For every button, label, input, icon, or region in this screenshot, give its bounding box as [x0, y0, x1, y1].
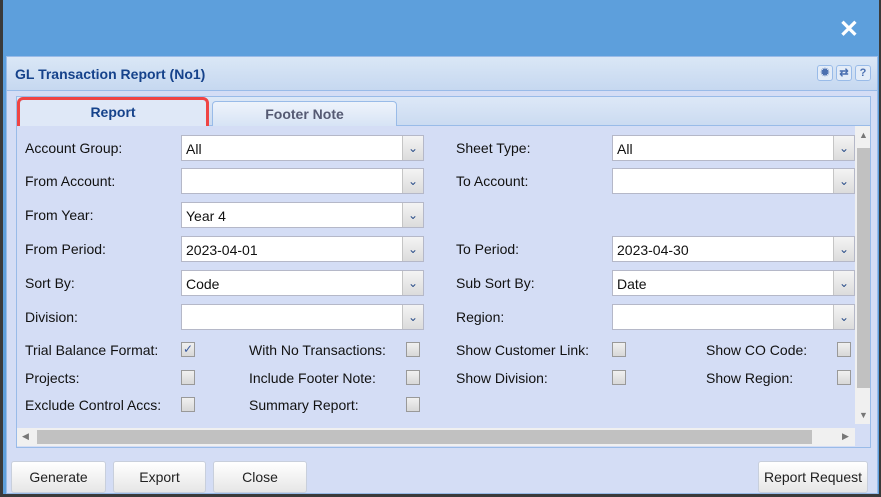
sort-by-value: Code: [186, 276, 220, 292]
chevron-down-icon[interactable]: ⌄: [833, 271, 854, 295]
to-account-combo[interactable]: ⌄: [612, 168, 855, 194]
vertical-scrollbar[interactable]: ▲ ▼: [855, 126, 870, 424]
account-group-combo[interactable]: All ⌄: [181, 135, 424, 161]
show-region-checkbox[interactable]: [837, 370, 851, 385]
sheet-type-value: All: [617, 141, 633, 157]
from-year-label: From Year:: [25, 207, 94, 223]
from-period-label: From Period:: [25, 241, 106, 257]
chevron-down-icon[interactable]: ⌄: [402, 169, 423, 193]
chevron-down-icon[interactable]: ⌄: [402, 271, 423, 295]
show-division-label: Show Division:: [456, 370, 548, 386]
report-request-button[interactable]: Report Request: [758, 461, 868, 493]
from-period-value: 2023-04-01: [186, 242, 258, 258]
sub-sort-by-combo[interactable]: Date ⌄: [612, 270, 855, 296]
dialog-title: GL Transaction Report (No1): [15, 66, 206, 82]
summary-checkbox[interactable]: [406, 397, 420, 412]
division-label: Division:: [25, 309, 78, 325]
generate-button[interactable]: Generate: [11, 461, 106, 493]
from-period-combo[interactable]: 2023-04-01 ⌄: [181, 236, 424, 262]
chevron-down-icon[interactable]: ⌄: [833, 237, 854, 261]
export-button[interactable]: Export: [113, 461, 206, 493]
exclude-control-checkbox[interactable]: [181, 397, 195, 412]
tab-footer-note[interactable]: Footer Note: [212, 101, 397, 127]
chevron-down-icon[interactable]: ⌄: [402, 237, 423, 261]
to-account-label: To Account:: [456, 173, 529, 189]
chevron-down-icon[interactable]: ⌄: [402, 136, 423, 160]
footer-note-checkbox[interactable]: [406, 370, 420, 385]
horizontal-scrollbar[interactable]: ◀ ▶: [17, 428, 855, 446]
to-period-combo[interactable]: 2023-04-30 ⌄: [612, 236, 855, 262]
sort-by-combo[interactable]: Code ⌄: [181, 270, 424, 296]
sub-sort-by-value: Date: [617, 276, 647, 292]
no-transactions-label: With No Transactions:: [249, 342, 386, 358]
sort-by-label: Sort By:: [25, 275, 75, 291]
from-account-combo[interactable]: ⌄: [181, 168, 424, 194]
dialog-header: GL Transaction Report (No1) ✹ ⇄ ?: [7, 57, 877, 91]
co-code-checkbox[interactable]: [837, 342, 851, 357]
to-period-label: To Period:: [456, 241, 520, 257]
trial-balance-label: Trial Balance Format:: [25, 342, 159, 358]
exclude-control-label: Exclude Control Accs:: [25, 397, 162, 413]
show-region-label: Show Region:: [706, 370, 794, 386]
sheet-type-combo[interactable]: All ⌄: [612, 135, 855, 161]
gear-icon[interactable]: ✹: [817, 65, 833, 81]
tab-report[interactable]: Report: [17, 97, 209, 129]
to-period-value: 2023-04-30: [617, 242, 689, 258]
report-form: Account Group: All ⌄ Sheet Type: All ⌄ From …: [16, 126, 871, 448]
division-combo[interactable]: ⌄: [181, 304, 424, 330]
tab-strip: Report Footer Note: [16, 96, 871, 129]
trial-balance-checkbox[interactable]: ✓: [181, 342, 195, 357]
chevron-down-icon[interactable]: ⌄: [402, 203, 423, 227]
refresh-icon[interactable]: ⇄: [836, 65, 852, 81]
help-icon[interactable]: ?: [855, 65, 871, 81]
from-account-label: From Account:: [25, 173, 116, 189]
sheet-type-label: Sheet Type:: [456, 140, 531, 156]
customer-link-label: Show Customer Link:: [456, 342, 590, 358]
from-year-combo[interactable]: Year 4 ⌄: [181, 202, 424, 228]
region-combo[interactable]: ⌄: [612, 304, 855, 330]
region-label: Region:: [456, 309, 505, 325]
sub-sort-by-label: Sub Sort By:: [456, 275, 535, 291]
customer-link-checkbox[interactable]: [612, 342, 626, 357]
projects-label: Projects:: [25, 370, 80, 386]
account-group-label: Account Group:: [25, 140, 123, 156]
window: ✕ GL Transaction Report (No1) ✹ ⇄ ? Repo…: [3, 0, 879, 494]
summary-label: Summary Report:: [249, 397, 359, 413]
no-transactions-checkbox[interactable]: [406, 342, 420, 357]
chevron-down-icon[interactable]: ⌄: [402, 305, 423, 329]
footer-note-label: Include Footer Note:: [249, 370, 376, 386]
close-icon[interactable]: ✕: [839, 18, 859, 42]
co-code-label: Show CO Code:: [706, 342, 808, 358]
chevron-down-icon[interactable]: ⌄: [833, 305, 854, 329]
show-division-checkbox[interactable]: [612, 370, 626, 385]
close-button[interactable]: Close: [213, 461, 307, 493]
from-year-value: Year 4: [186, 208, 226, 224]
account-group-value: All: [186, 141, 202, 157]
chevron-down-icon[interactable]: ⌄: [833, 169, 854, 193]
report-dialog: GL Transaction Report (No1) ✹ ⇄ ? Report…: [6, 56, 878, 494]
chevron-down-icon[interactable]: ⌄: [833, 136, 854, 160]
projects-checkbox[interactable]: [181, 370, 195, 385]
